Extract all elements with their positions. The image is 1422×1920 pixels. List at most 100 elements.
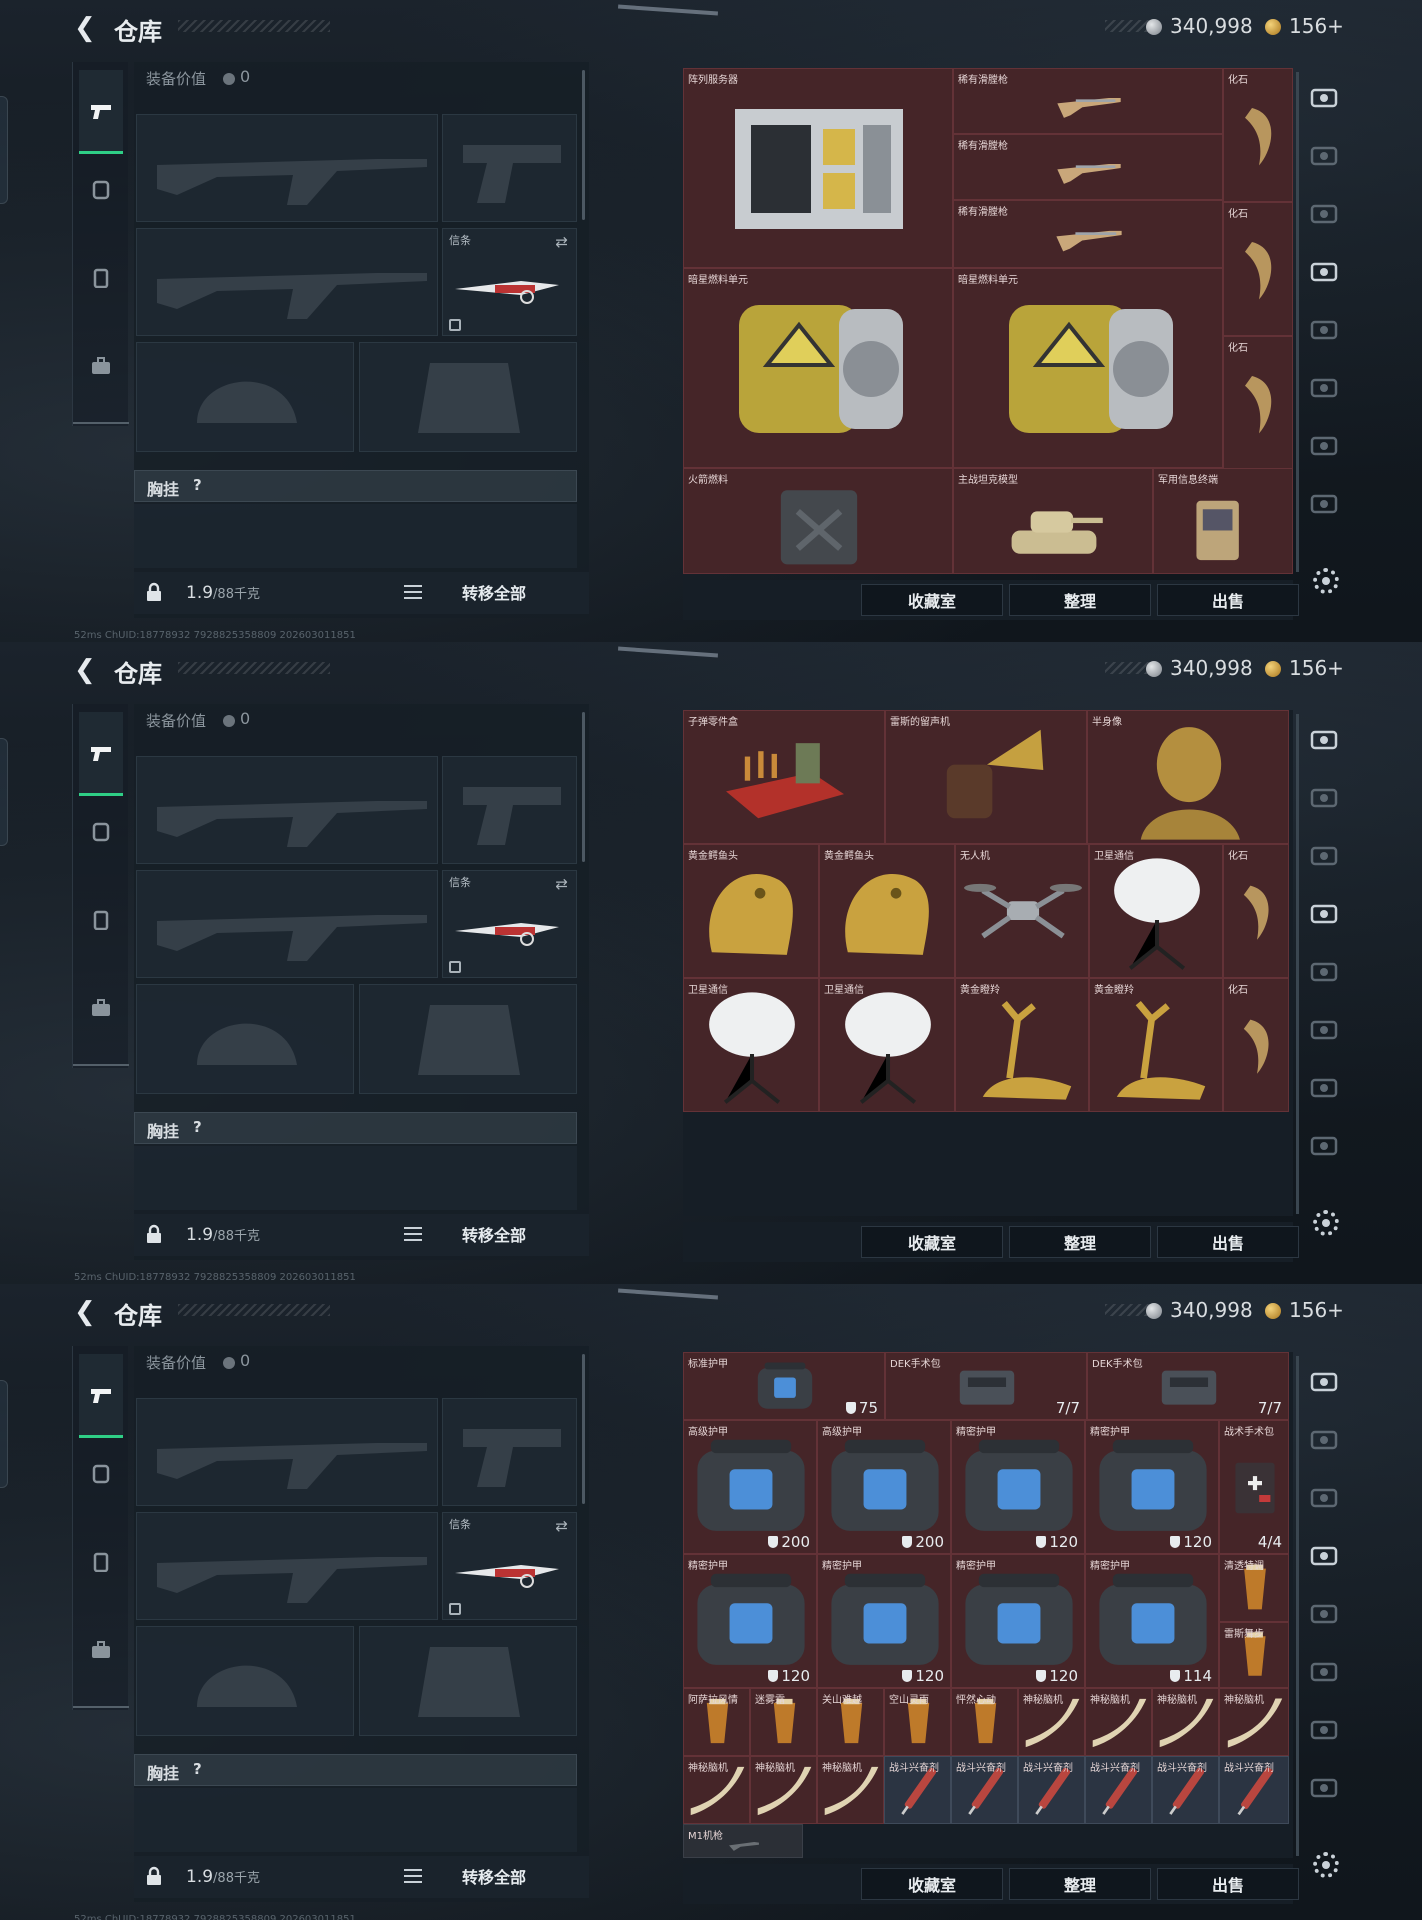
storage-item[interactable]: 化石 <box>1223 68 1293 202</box>
collection-room-button[interactable]: 收藏室 <box>861 584 1003 616</box>
sidebar-item-case[interactable] <box>79 1622 123 1678</box>
sidebar-item-weapons[interactable] <box>79 712 123 796</box>
help-icon[interactable]: ? <box>193 1760 202 1778</box>
sidearm-slot[interactable] <box>442 1398 577 1506</box>
transfer-all-button[interactable]: 转移全部 <box>462 580 526 604</box>
body-armor-slot[interactable] <box>359 342 577 452</box>
gear-icon[interactable] <box>1313 1210 1339 1236</box>
storage-scrollbar[interactable] <box>1296 72 1299 572</box>
storage-tab-6-icon[interactable] <box>1310 1660 1338 1684</box>
secondary-weapon-slot[interactable] <box>136 870 438 978</box>
gold-balance[interactable]: 156+ <box>1289 14 1344 38</box>
storage-item[interactable]: 化石 <box>1223 336 1293 470</box>
sidearm-slot[interactable] <box>442 114 577 222</box>
lock-icon[interactable] <box>144 1224 164 1244</box>
storage-item[interactable]: 空山灵雨 <box>884 1688 951 1756</box>
storage-scrollbar[interactable] <box>1296 714 1299 1214</box>
storage-item[interactable]: 雷斯舞步 <box>1219 1622 1289 1688</box>
sidebar-item-case[interactable] <box>79 980 123 1036</box>
storage-item[interactable]: 怦然心动 <box>951 1688 1018 1756</box>
storage-item[interactable]: 关山难越 <box>817 1688 884 1756</box>
storage-tab-8-icon[interactable] <box>1310 492 1338 516</box>
swap-icon[interactable]: ⇄ <box>555 875 568 893</box>
lock-icon[interactable] <box>144 582 164 602</box>
back-arrow-icon[interactable]: ❮ <box>74 1298 98 1326</box>
list-icon[interactable] <box>404 1869 422 1883</box>
storage-tab-4-icon[interactable] <box>1310 1544 1338 1568</box>
sort-button[interactable]: 整理 <box>1009 1868 1151 1900</box>
sidebar-item-case[interactable] <box>79 338 123 394</box>
body-armor-slot[interactable] <box>359 984 577 1094</box>
storage-item[interactable]: 战斗兴奋剂 <box>951 1756 1018 1824</box>
storage-tab-5-icon[interactable] <box>1310 1602 1338 1626</box>
gear-icon[interactable] <box>1313 1852 1339 1878</box>
storage-tab-2-icon[interactable] <box>1310 786 1338 810</box>
storage-tab-5-icon[interactable] <box>1310 960 1338 984</box>
storage-item[interactable]: 暗星燃料单元 <box>683 268 953 468</box>
storage-item[interactable]: 火箭燃料 <box>683 468 953 574</box>
storage-tab-1-icon[interactable] <box>1310 728 1338 752</box>
storage-tab-8-icon[interactable] <box>1310 1134 1338 1158</box>
gold-balance[interactable]: 156+ <box>1289 1298 1344 1322</box>
storage-item[interactable]: 雷斯的留声机 <box>885 710 1087 844</box>
storage-item[interactable]: 战斗兴奋剂 <box>884 1756 951 1824</box>
storage-item[interactable]: 军用信息终端 <box>1153 468 1293 574</box>
melee-slot[interactable]: 信条 ⇄ <box>442 1512 577 1620</box>
lock-icon[interactable] <box>144 1866 164 1886</box>
storage-item[interactable]: 神秘脑机 <box>683 1756 750 1824</box>
storage-item[interactable]: 半身像 <box>1087 710 1289 844</box>
storage-item[interactable]: 卫星通信 <box>819 978 955 1112</box>
storage-item[interactable]: 精密护甲 120 <box>817 1554 951 1688</box>
sort-button[interactable]: 整理 <box>1009 584 1151 616</box>
helmet-slot[interactable] <box>136 342 354 452</box>
storage-tab-2-icon[interactable] <box>1310 144 1338 168</box>
storage-tab-7-icon[interactable] <box>1310 1076 1338 1100</box>
sort-button[interactable]: 整理 <box>1009 1226 1151 1258</box>
chest-rig-header[interactable]: 胸挂 ? <box>134 1754 577 1786</box>
storage-item[interactable]: 黄金鳄鱼头 <box>683 844 819 978</box>
storage-tab-7-icon[interactable] <box>1310 1718 1338 1742</box>
back-arrow-icon[interactable]: ❮ <box>74 656 98 684</box>
chest-rig-slot[interactable] <box>134 1146 577 1210</box>
collection-room-button[interactable]: 收藏室 <box>861 1226 1003 1258</box>
melee-slot[interactable]: 信条 ⇄ <box>442 870 577 978</box>
storage-item[interactable]: 阵列服务器 <box>683 68 953 268</box>
storage-scrollbar[interactable] <box>1296 1356 1299 1856</box>
storage-item[interactable]: 阿萨拉风情 <box>683 1688 750 1756</box>
gold-balance[interactable]: 156+ <box>1289 656 1344 680</box>
sell-button[interactable]: 出售 <box>1157 1868 1299 1900</box>
transfer-all-button[interactable]: 转移全部 <box>462 1222 526 1246</box>
storage-item[interactable]: 精密护甲 120 <box>683 1554 817 1688</box>
storage-item[interactable]: 清透特调 <box>1219 1554 1289 1622</box>
sidebar-item-armor[interactable] <box>79 1446 123 1502</box>
swap-icon[interactable]: ⇄ <box>555 233 568 251</box>
storage-tab-3-icon[interactable] <box>1310 1486 1338 1510</box>
equipment-scrollbar[interactable] <box>582 1354 585 1504</box>
storage-item[interactable]: 精密护甲 120 <box>1085 1420 1219 1554</box>
storage-item[interactable]: 稀有滑膛枪 <box>953 200 1223 268</box>
storage-tab-6-icon[interactable] <box>1310 1018 1338 1042</box>
help-icon[interactable]: ? <box>193 476 202 494</box>
storage-tab-4-icon[interactable] <box>1310 260 1338 284</box>
storage-item[interactable]: 稀有滑膛枪 <box>953 68 1223 134</box>
storage-tab-1-icon[interactable] <box>1310 1370 1338 1394</box>
storage-item[interactable]: 卫星通信 <box>1089 844 1223 978</box>
back-arrow-icon[interactable]: ❮ <box>74 14 98 42</box>
storage-tab-6-icon[interactable] <box>1310 376 1338 400</box>
storage-item[interactable]: 神秘脑机 <box>1219 1688 1289 1756</box>
edge-tab[interactable] <box>0 738 8 846</box>
edge-tab[interactable] <box>0 1380 8 1488</box>
storage-item[interactable]: 精密护甲 114 <box>1085 1554 1219 1688</box>
storage-item[interactable]: 精密护甲 120 <box>951 1420 1085 1554</box>
sidebar-item-backpack[interactable] <box>79 1534 123 1590</box>
storage-item[interactable]: 神秘脑机 <box>1152 1688 1219 1756</box>
storage-item[interactable]: 化石 <box>1223 978 1289 1112</box>
sell-button[interactable]: 出售 <box>1157 1226 1299 1258</box>
storage-item[interactable]: M1机枪 <box>683 1824 803 1858</box>
sidebar-item-weapons[interactable] <box>79 70 123 154</box>
storage-item[interactable]: 高级护甲 200 <box>817 1420 951 1554</box>
primary-weapon-slot[interactable] <box>136 1398 438 1506</box>
storage-tab-5-icon[interactable] <box>1310 318 1338 342</box>
storage-item[interactable]: 神秘脑机 <box>750 1756 817 1824</box>
transfer-all-button[interactable]: 转移全部 <box>462 1864 526 1888</box>
